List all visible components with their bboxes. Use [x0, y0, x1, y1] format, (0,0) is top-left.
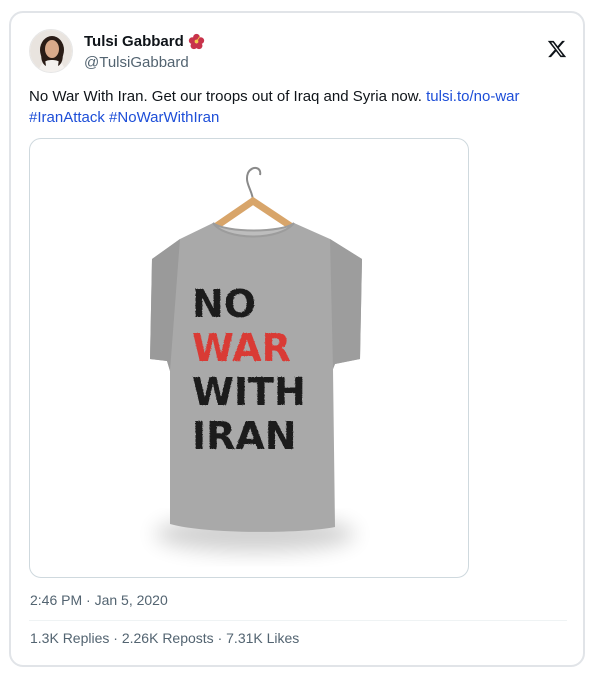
shirt-text-war: WAR [192, 326, 291, 370]
hashtag-iranattack[interactable]: #IranAttack [29, 109, 105, 126]
hashtag-nowarwithiran[interactable]: #NoWarWithIran [109, 109, 219, 126]
tweet-card: Tulsi Gabbard @TulsiGabbard No War With … [9, 11, 585, 667]
author-name[interactable]: Tulsi Gabbard [84, 33, 205, 50]
shirt-text-iran: IRAN [192, 414, 297, 458]
stats-separator: · [109, 630, 122, 646]
tweet-body: No War With Iran. Get our troops out of … [29, 88, 422, 105]
avatar-image [30, 30, 72, 72]
tshirt-image: NO WAR WITH IRAN [150, 167, 362, 552]
replies-count[interactable]: 1.3K Replies [30, 630, 109, 646]
shirt-text-no: NO [192, 282, 256, 326]
tweet-link[interactable]: tulsi.to/no-war [426, 88, 519, 105]
hibiscus-flower-icon [188, 33, 204, 50]
stats-separator: · [213, 630, 227, 646]
tweet-media-image[interactable]: NO WAR WITH IRAN [29, 138, 469, 578]
engagement-stats: 1.3K Replies · 2.26K Reposts · 7.31K Lik… [30, 630, 299, 646]
author-name-text: Tulsi Gabbard [84, 33, 184, 50]
tweet-timestamp[interactable]: 2:46 PM · Jan 5, 2020 [30, 592, 168, 608]
likes-count[interactable]: 7.31K Likes [226, 630, 299, 646]
avatar[interactable] [29, 29, 73, 73]
tweet-text: No War With Iran. Get our troops out of … [29, 86, 569, 128]
x-logo-icon[interactable] [547, 39, 567, 59]
author-handle[interactable]: @TulsiGabbard [84, 54, 189, 71]
divider [29, 620, 567, 621]
reposts-count[interactable]: 2.26K Reposts [122, 630, 214, 646]
shirt-text-with: WITH [192, 370, 306, 414]
